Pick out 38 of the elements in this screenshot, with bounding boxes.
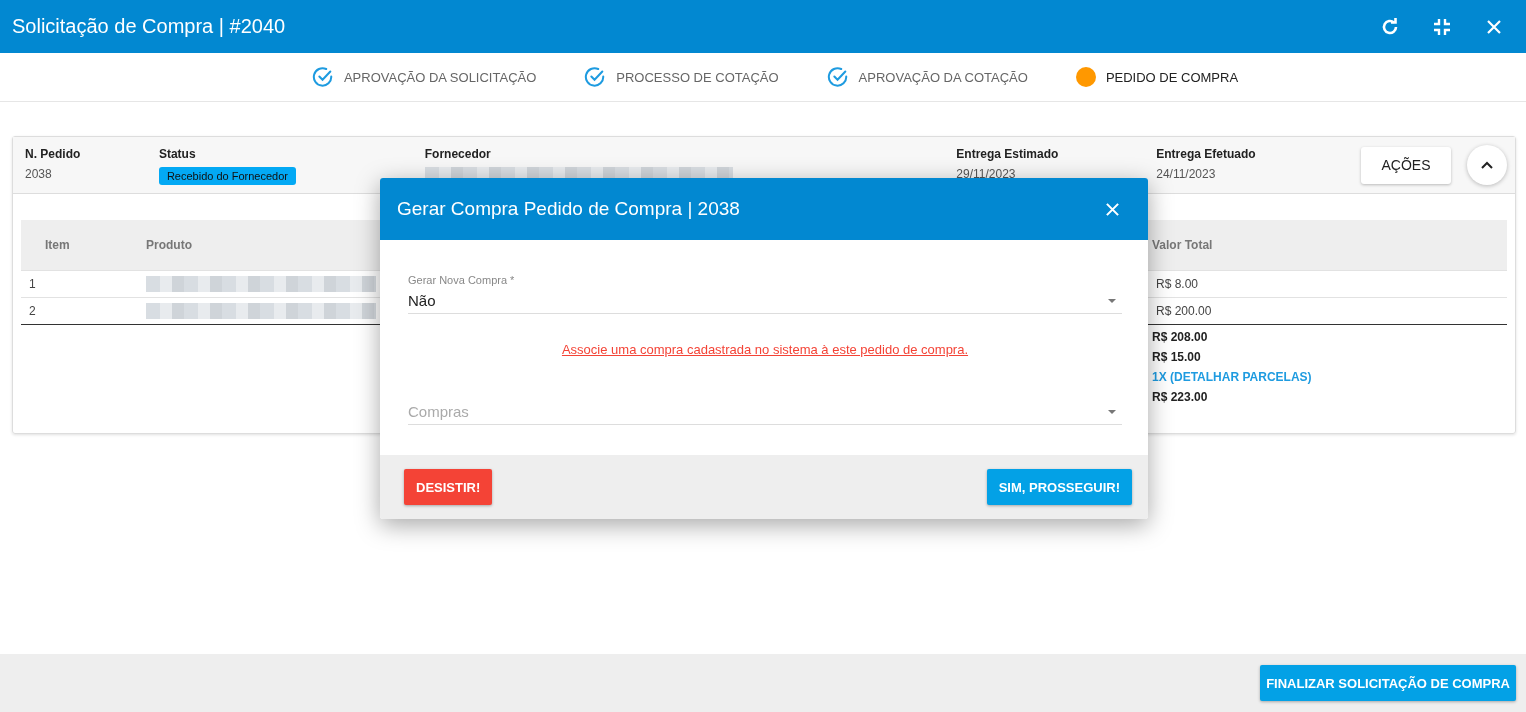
field-value: 2038 [25, 167, 53, 181]
field-value: 24/11/2023 [1156, 167, 1217, 181]
installments-link[interactable]: 1X (DETALHAR PARCELAS) [1148, 367, 1507, 387]
cancel-button[interactable]: DESISTIR! [404, 469, 493, 505]
purchases-select[interactable]: Compras [408, 397, 1122, 425]
step-label: APROVAÇÃO DA SOLICITAÇÃO [343, 69, 537, 85]
field-value: 29/11/2023 [956, 167, 1017, 181]
step-label: PROCESSO DE COTAÇÃO [616, 69, 779, 85]
field-label: Fornecedor [424, 147, 492, 161]
new-purchase-select[interactable]: Gerar Nova Compra * Não [408, 274, 1122, 314]
actions-button[interactable]: AÇÕES [1361, 146, 1451, 184]
total-value: R$ 15.00 [1151, 349, 1202, 366]
field-label: Entrega Efetuado [1156, 147, 1257, 161]
column-header: Produto [146, 238, 193, 252]
table-cell-text: R$ 200.00 [1155, 304, 1213, 318]
window-title: Solicitação de Compra | #2040 [12, 15, 287, 38]
refresh-icon [1380, 16, 1400, 37]
step-label: APROVAÇÃO DA COTAÇÃO [858, 69, 1028, 85]
step-label: PEDIDO DE COMPRA [1105, 69, 1239, 85]
column-header: Valor Total [1151, 238, 1214, 252]
field-label: Status [158, 147, 197, 161]
field-label: N. Pedido [25, 147, 82, 161]
status-badge: Recebido do Fornecedor [158, 167, 296, 185]
total-value: R$ 208.00 [1151, 329, 1209, 346]
close-icon [1104, 201, 1120, 217]
collapse-icon [1433, 17, 1451, 36]
table-cell-text: R$ 8.00 [1155, 277, 1200, 291]
dialog-title: Gerar Compra Pedido de Compra | 2038 [397, 198, 741, 220]
column-header: Item [44, 238, 71, 252]
close-icon [1486, 18, 1502, 35]
finish-request-button[interactable]: FINALIZAR SOLICITAÇÃO DE COMPRA [1260, 665, 1516, 701]
field-label: Entrega Estimado [956, 147, 1060, 161]
table-cell-text: 2 [28, 304, 37, 318]
chevron-up-icon [1481, 161, 1493, 169]
table-cell-text: 1 [28, 277, 37, 291]
confirm-button[interactable]: SIM, PROSSEGUIR! [986, 469, 1132, 505]
total-value: R$ 223.00 [1151, 389, 1209, 406]
warning-link[interactable]: Associe uma compra cadastrada no sistema à este pedido de compra. [561, 342, 969, 357]
